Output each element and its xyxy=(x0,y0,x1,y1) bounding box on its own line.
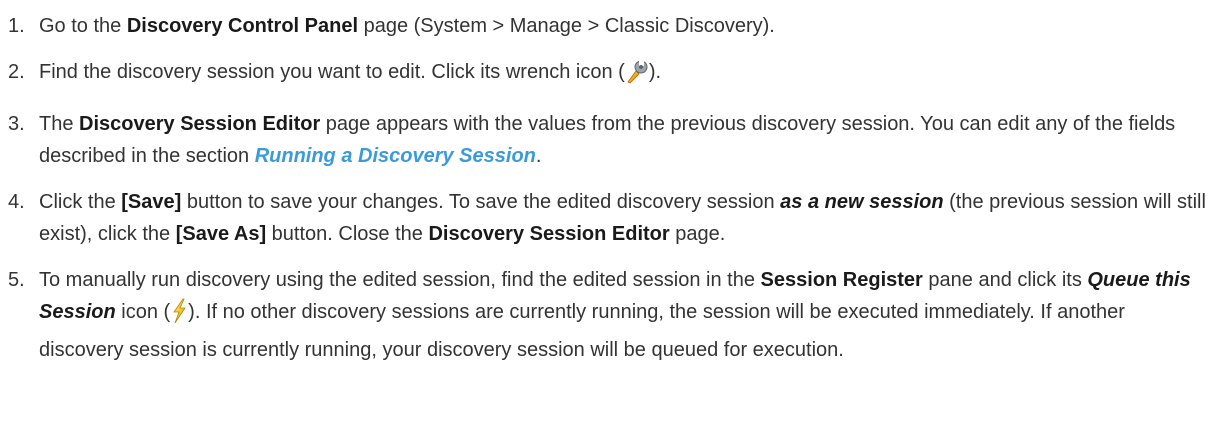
step-number: 4. xyxy=(8,191,25,213)
step-text: page (System > Manage > Classic Discover… xyxy=(358,15,775,37)
as-new-session-emphasis: as a new session xyxy=(780,191,944,213)
step-text: button. Close the xyxy=(266,223,429,245)
discovery-session-editor-term: Discovery Session Editor xyxy=(428,223,670,245)
step-number: 1. xyxy=(8,15,25,37)
instruction-steps: 1. Go to the Discovery Control Panel page… xyxy=(0,0,1220,366)
step-text: Find the discovery session you want to e… xyxy=(39,61,625,83)
step-text: ). If no other discovery sessions are cu… xyxy=(39,301,1125,361)
step-text: . xyxy=(535,145,542,167)
step-text: icon ( xyxy=(115,301,171,323)
step-2: 2. Find the discovery session you want to… xyxy=(0,56,1220,94)
step-3: 3. The Discovery Session Editor page appe… xyxy=(0,108,1220,172)
wrench-icon xyxy=(625,58,649,94)
step-text: The xyxy=(39,113,80,135)
step-4: 4. Click the [Save] button to save your c… xyxy=(0,186,1220,250)
step-text: page. xyxy=(669,223,726,245)
save-button-term: [Save] xyxy=(121,191,182,213)
save-as-button-term: [Save As] xyxy=(175,223,267,245)
step-text: Click the xyxy=(39,191,122,213)
step-text: button to save your changes. To save the… xyxy=(181,191,781,213)
step-text: To manually run discovery using the edit… xyxy=(39,269,761,291)
step-1: 1. Go to the Discovery Control Panel page… xyxy=(0,10,1220,42)
discovery-control-panel-term: Discovery Control Panel xyxy=(126,15,359,37)
step-number: 2. xyxy=(8,61,25,83)
step-text: pane and click its xyxy=(922,269,1088,291)
running-a-discovery-session-link[interactable]: Running a Discovery Session xyxy=(255,145,536,167)
step-number: 3. xyxy=(8,113,25,135)
step-text: Go to the xyxy=(39,15,127,37)
step-5: 5. To manually run discovery using the ed… xyxy=(0,264,1220,366)
discovery-session-editor-term: Discovery Session Editor xyxy=(79,113,321,135)
step-text: ). xyxy=(648,61,662,83)
step-number: 5. xyxy=(8,269,25,291)
session-register-term: Session Register xyxy=(760,269,923,291)
lightning-icon xyxy=(170,298,188,334)
